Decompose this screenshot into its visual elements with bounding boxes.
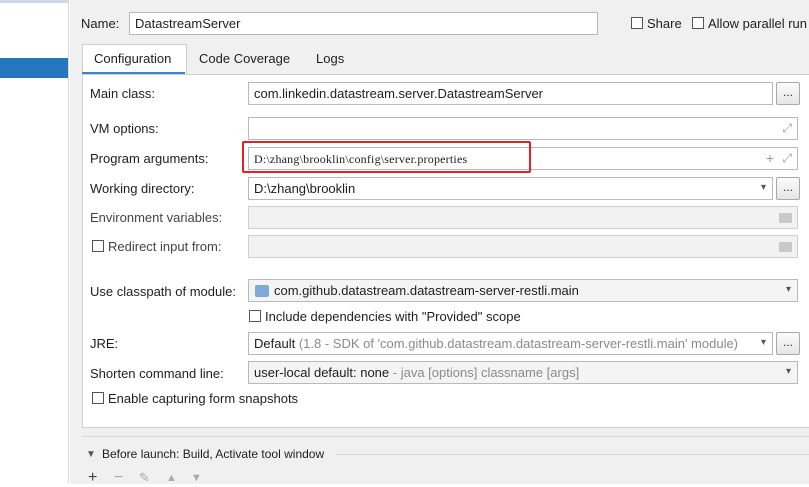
main-class-field[interactable]: com.linkedin.datastream.server.Datastrea…: [248, 82, 773, 105]
jre-browse-button[interactable]: ...: [776, 332, 800, 355]
main-class-label: Main class:: [90, 86, 156, 101]
jre-label: JRE:: [90, 336, 119, 351]
config-tree-pane: [0, 0, 69, 484]
name-label: Name:: [81, 16, 120, 31]
tree-selected-item[interactable]: [0, 58, 68, 78]
folder-icon[interactable]: [779, 213, 792, 223]
jre-value-main: Default: [254, 336, 296, 351]
tab-configuration[interactable]: Configuration: [94, 51, 171, 66]
main-class-browse-button[interactable]: ...: [776, 82, 800, 105]
include-dependencies-checkbox[interactable]: [249, 310, 261, 322]
chevron-down-icon[interactable]: ▾: [786, 284, 791, 295]
tab-logs[interactable]: Logs: [316, 51, 344, 66]
enable-snapshots-label: Enable capturing form snapshots: [108, 391, 299, 406]
shorten-command-line-label: Shorten command line:: [90, 366, 224, 381]
annotation-highlight-box: [242, 141, 531, 173]
remove-icon[interactable]: −: [114, 469, 123, 487]
add-icon[interactable]: +: [88, 469, 97, 487]
classpath-module-value: com.github.datastream.datastream-server-…: [274, 283, 579, 298]
include-dependencies-label: Include dependencies with "Provided" sco…: [265, 309, 521, 324]
chevron-down-icon[interactable]: ▾: [761, 182, 766, 193]
module-icon: [255, 285, 269, 297]
classpath-module-combo[interactable]: com.github.datastream.datastream-server-…: [248, 279, 798, 302]
expand-icon[interactable]: ⤢: [782, 151, 792, 166]
move-up-icon[interactable]: ▲: [166, 472, 177, 484]
shorten-value-detail: - java [options] classname [args]: [392, 365, 580, 380]
before-launch-title: Before launch: Build, Activate tool wind…: [102, 447, 325, 461]
jre-combo[interactable]: Default (1.8 - SDK of 'com.github.datast…: [248, 332, 773, 355]
classpath-module-label: Use classpath of module:: [90, 284, 236, 299]
vm-options-field[interactable]: ⤢: [248, 117, 798, 140]
move-down-icon[interactable]: ▼: [191, 472, 202, 484]
shorten-command-line-combo[interactable]: user-local default: none - java [options…: [248, 361, 798, 384]
plus-icon[interactable]: +: [766, 150, 774, 166]
main-class-value: com.linkedin.datastream.server.Datastrea…: [254, 86, 544, 101]
environment-variables-label: Environment variables:: [90, 210, 223, 225]
working-directory-label: Working directory:: [90, 181, 195, 196]
name-field[interactable]: DatastreamServer: [129, 12, 598, 35]
shorten-value: user-local default: none - java [options…: [254, 365, 579, 380]
redirect-input-field[interactable]: [248, 235, 798, 258]
chevron-down-icon[interactable]: ▾: [758, 337, 766, 348]
jre-value: Default (1.8 - SDK of 'com.github.datast…: [254, 336, 738, 351]
name-field-value: DatastreamServer: [135, 16, 241, 31]
allow-parallel-checkbox[interactable]: [692, 17, 704, 29]
redirect-input-label: Redirect input from:: [108, 239, 222, 254]
redirect-input-checkbox[interactable]: [92, 240, 104, 252]
working-directory-combo[interactable]: D:\zhang\brooklin ▾: [248, 177, 773, 200]
jre-value-detail: (1.8 - SDK of 'com.github.datastream.dat…: [298, 336, 739, 351]
vm-options-label: VM options:: [90, 121, 159, 136]
share-label: Share: [647, 16, 682, 31]
working-directory-value: D:\zhang\brooklin: [254, 181, 356, 196]
program-arguments-label: Program arguments:: [90, 151, 209, 166]
share-checkbox[interactable]: [631, 17, 643, 29]
collapse-triangle-icon[interactable]: ▼: [86, 449, 96, 460]
enable-snapshots-checkbox[interactable]: [92, 392, 104, 404]
folder-icon[interactable]: [779, 242, 792, 252]
before-launch-divider: [82, 436, 809, 437]
environment-variables-field[interactable]: [248, 206, 798, 229]
before-launch-title-line: [335, 454, 809, 455]
expand-icon[interactable]: ⤢: [782, 121, 792, 136]
tree-top-line: [0, 0, 68, 3]
shorten-value-main: user-local default: none: [254, 365, 390, 380]
allow-parallel-label: Allow parallel run: [708, 16, 807, 31]
chevron-down-icon[interactable]: ▾: [786, 366, 791, 377]
tab-code-coverage[interactable]: Code Coverage: [199, 51, 290, 66]
working-directory-browse-button[interactable]: ...: [776, 177, 800, 200]
